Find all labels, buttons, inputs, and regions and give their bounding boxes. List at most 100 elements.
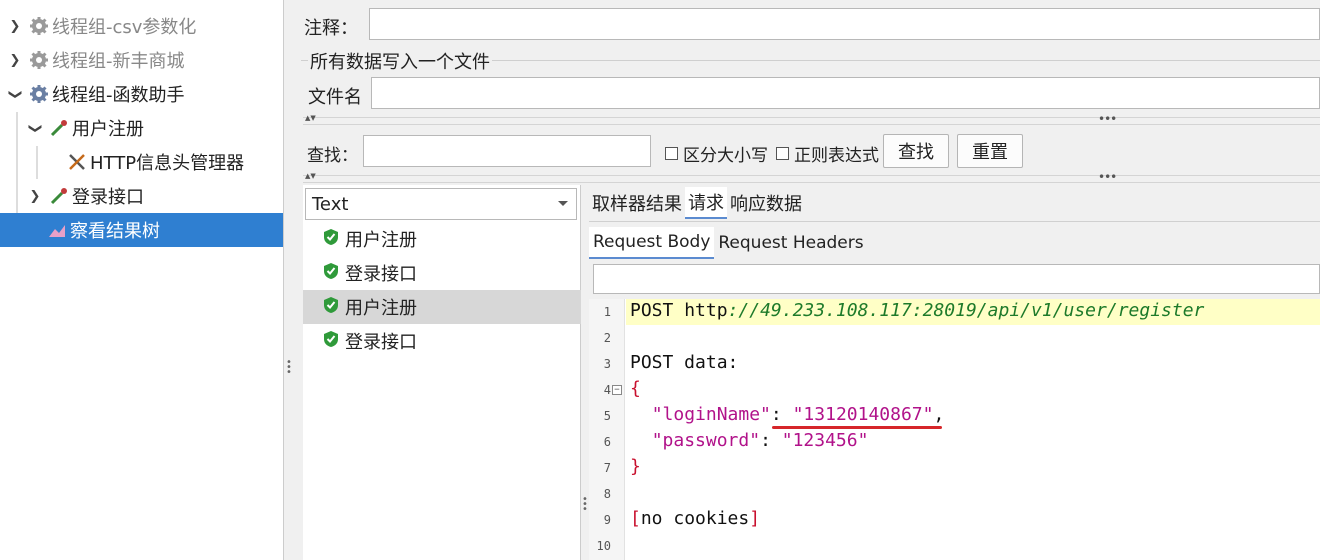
chevron-down-icon[interactable]: ❯ bbox=[28, 121, 43, 135]
http-method: POST bbox=[630, 300, 674, 321]
tab-request[interactable]: 请求 bbox=[685, 187, 727, 219]
tab-request-headers[interactable]: Request Headers bbox=[714, 227, 867, 259]
sample-results-list: Text 用户注册 登录接口 用户注册 登录接口 bbox=[303, 185, 581, 560]
pipette-icon bbox=[48, 117, 70, 139]
tree-splitter[interactable]: • • • bbox=[283, 0, 293, 560]
tree-item-label: 线程组-函数助手 bbox=[52, 85, 185, 106]
listener-panel: 注释： 所有数据写入一个文件 文件名 ▲▼ ••• 查找： 区分大小写 正则表达… bbox=[293, 0, 1320, 560]
json-value-password: "123456" bbox=[781, 430, 869, 451]
result-item-label: 用户注册 bbox=[345, 230, 417, 251]
grip-icon: ••• bbox=[582, 494, 588, 515]
gear-icon bbox=[28, 83, 50, 105]
search-label: 查找： bbox=[307, 146, 358, 166]
grip-icon: ••• bbox=[1098, 170, 1117, 184]
tab-request-body[interactable]: Request Body bbox=[589, 227, 715, 259]
renderer-value: Text bbox=[312, 193, 349, 215]
line-number: 1 bbox=[603, 305, 611, 319]
code-line-password: "password": "123456" bbox=[651, 430, 869, 451]
line-number: 3 bbox=[603, 357, 611, 371]
chevron-right-icon[interactable]: ❯ bbox=[8, 19, 22, 34]
caret-down-icon bbox=[558, 201, 568, 206]
gear-icon bbox=[28, 15, 50, 37]
red-underline-annotation bbox=[772, 426, 942, 429]
renderer-select[interactable]: Text bbox=[305, 188, 577, 220]
reset-button[interactable]: 重置 bbox=[957, 134, 1023, 168]
tab-sampler-result[interactable]: 取样器结果 bbox=[589, 187, 685, 219]
tree-item-label: 线程组-新丰商城 bbox=[52, 51, 185, 72]
test-plan-tree: ❯ 线程组-csv参数化 ❯ 线程组-新丰商城 ❯ 线程组-函数助手 ❯ 用户注… bbox=[0, 0, 283, 560]
fold-toggle-icon[interactable]: − bbox=[612, 385, 622, 395]
pipette-icon bbox=[48, 185, 70, 207]
checkbox-label: 区分大小写 bbox=[683, 146, 768, 166]
group-title: 所有数据写入一个文件 bbox=[308, 48, 492, 74]
code-line-open-brace: { bbox=[630, 378, 641, 399]
result-item-label: 登录接口 bbox=[345, 332, 417, 353]
splitter-middle[interactable]: ▲▼ ••• bbox=[303, 170, 1320, 184]
chevron-down-icon[interactable]: ❯ bbox=[8, 87, 23, 101]
success-shield-icon bbox=[323, 330, 339, 353]
comment-input[interactable] bbox=[369, 8, 1320, 40]
bracket: ] bbox=[749, 508, 761, 529]
jmeter-window: ❯ 线程组-csv参数化 ❯ 线程组-新丰商城 ❯ 线程组-函数助手 ❯ 用户注… bbox=[0, 0, 1320, 560]
gear-icon bbox=[28, 49, 50, 71]
tree-item-view-results-tree[interactable]: 察看结果树 bbox=[0, 213, 283, 247]
results-splitter[interactable]: • • • bbox=[581, 185, 589, 560]
checkbox-label: 正则表达式 bbox=[794, 146, 879, 166]
json-value-login-name: "13120140867" bbox=[792, 404, 934, 425]
request-url: ://49.233.108.117:28019/api/v1/user/regi… bbox=[727, 300, 1205, 321]
tools-icon bbox=[66, 151, 88, 173]
result-item-user-register-selected[interactable]: 用户注册 bbox=[303, 290, 581, 324]
tree-item-label: HTTP信息头管理器 bbox=[90, 153, 245, 174]
result-item-login-api[interactable]: 登录接口 bbox=[303, 256, 581, 290]
request-body-editor[interactable]: 1 2 3 4 − 5 6 7 8 9 10 POST http://49.23… bbox=[589, 299, 1320, 560]
tree-item-thread-group-csv[interactable]: ❯ 线程组-csv参数化 bbox=[0, 9, 283, 43]
result-detail: 取样器结果 请求 响应数据 Request Body Request Heade… bbox=[589, 185, 1320, 560]
tree-item-login-api[interactable]: ❯ 登录接口 bbox=[0, 179, 283, 213]
body-search-field[interactable] bbox=[593, 264, 1320, 294]
result-item-login-api-2[interactable]: 登录接口 bbox=[303, 324, 581, 358]
case-sensitive-checkbox[interactable]: 区分大小写 bbox=[665, 141, 768, 166]
line-number: 7 bbox=[603, 461, 611, 475]
json-key: "password" bbox=[651, 430, 761, 451]
tab-divider bbox=[589, 221, 1320, 222]
tree-item-http-header-manager[interactable]: HTTP信息头管理器 bbox=[0, 145, 283, 179]
collapse-arrows-icon[interactable]: ▲▼ bbox=[305, 172, 316, 180]
chart-icon bbox=[46, 219, 68, 241]
code-line-request-url: POST http://49.233.108.117:28019/api/v1/… bbox=[630, 300, 1204, 321]
chevron-right-icon[interactable]: ❯ bbox=[28, 189, 42, 204]
tree-item-user-register[interactable]: ❯ 用户注册 bbox=[0, 111, 283, 145]
detail-tabs: 取样器结果 请求 响应数据 bbox=[589, 185, 805, 221]
line-number: 5 bbox=[603, 409, 611, 423]
tree-item-thread-group-function[interactable]: ❯ 线程组-函数助手 bbox=[0, 77, 283, 111]
code-line-login-name: "loginName": "13120140867", bbox=[651, 404, 945, 425]
chevron-right-icon[interactable]: ❯ bbox=[8, 53, 22, 68]
line-number-gutter: 1 2 3 4 − 5 6 7 8 9 10 bbox=[589, 299, 625, 560]
success-shield-icon bbox=[323, 296, 339, 319]
tree-item-label: 登录接口 bbox=[72, 187, 144, 208]
collapse-arrows-icon[interactable]: ▲▼ bbox=[305, 114, 316, 122]
code-line-cookies: [no cookies] bbox=[630, 508, 760, 529]
result-item-label: 用户注册 bbox=[345, 298, 417, 319]
request-subtabs: Request Body Request Headers bbox=[589, 225, 868, 261]
find-button[interactable]: 查找 bbox=[883, 134, 949, 168]
tab-response-data[interactable]: 响应数据 bbox=[727, 187, 805, 219]
line-number: 10 bbox=[596, 539, 611, 553]
result-item-label: 登录接口 bbox=[345, 264, 417, 285]
line-number: 2 bbox=[603, 331, 611, 345]
tree-item-label: 察看结果树 bbox=[70, 221, 160, 242]
regex-checkbox[interactable]: 正则表达式 bbox=[776, 141, 879, 166]
splitter-top[interactable]: ▲▼ ••• bbox=[303, 112, 1320, 126]
checkbox-box[interactable] bbox=[665, 147, 678, 160]
code-line-close-brace: } bbox=[630, 456, 641, 477]
tree-item-thread-group-mall[interactable]: ❯ 线程组-新丰商城 bbox=[0, 43, 283, 77]
filename-input[interactable] bbox=[371, 77, 1320, 109]
comment-label: 注释： bbox=[304, 18, 358, 39]
result-item-user-register[interactable]: 用户注册 bbox=[303, 222, 581, 256]
json-key: "loginName" bbox=[651, 404, 771, 425]
search-input[interactable] bbox=[363, 135, 651, 167]
grip-icon: ••• bbox=[286, 357, 292, 378]
line-number: 8 bbox=[603, 487, 611, 501]
bracket: [ bbox=[630, 508, 641, 529]
line-number: 9 bbox=[603, 513, 611, 527]
checkbox-box[interactable] bbox=[776, 147, 789, 160]
